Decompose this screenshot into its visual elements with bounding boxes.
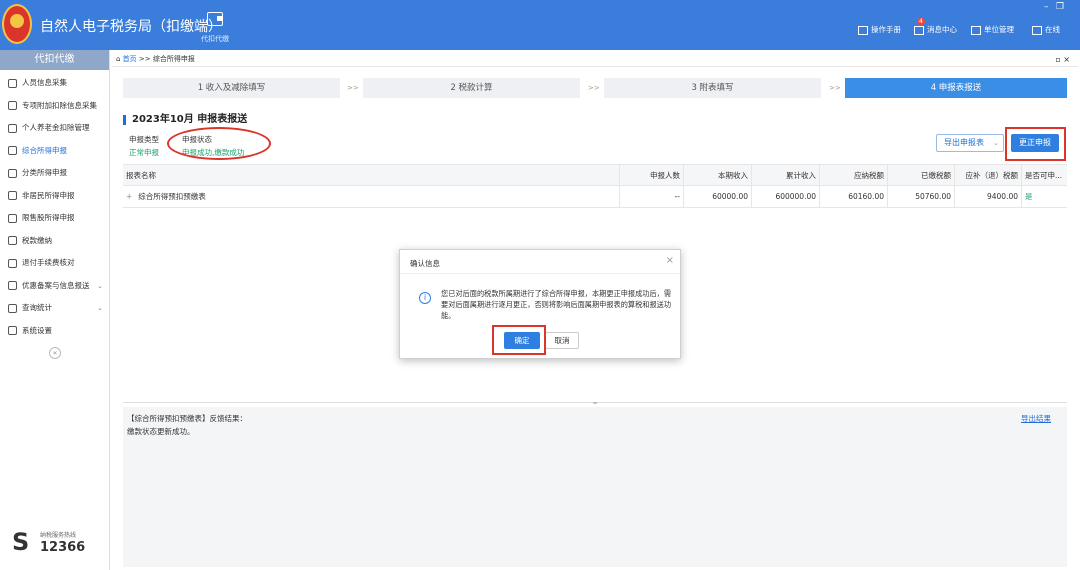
info-icon: i xyxy=(419,292,431,304)
cancel-button[interactable]: 取消 xyxy=(545,332,579,349)
modal-overlay: 确认信息 × i 您已对后面的税款所属期进行了综合所得申报，本期更正申报成功后，… xyxy=(0,0,1080,570)
close-icon[interactable]: × xyxy=(666,255,674,266)
dialog-header: 确认信息 × xyxy=(400,250,680,274)
dialog-title: 确认信息 xyxy=(410,259,440,268)
dialog-message: 您已对后面的税款所属期进行了综合所得申报，本期更正申报成功后，需要对后面属期进行… xyxy=(441,289,672,320)
annotation-box xyxy=(492,325,546,355)
